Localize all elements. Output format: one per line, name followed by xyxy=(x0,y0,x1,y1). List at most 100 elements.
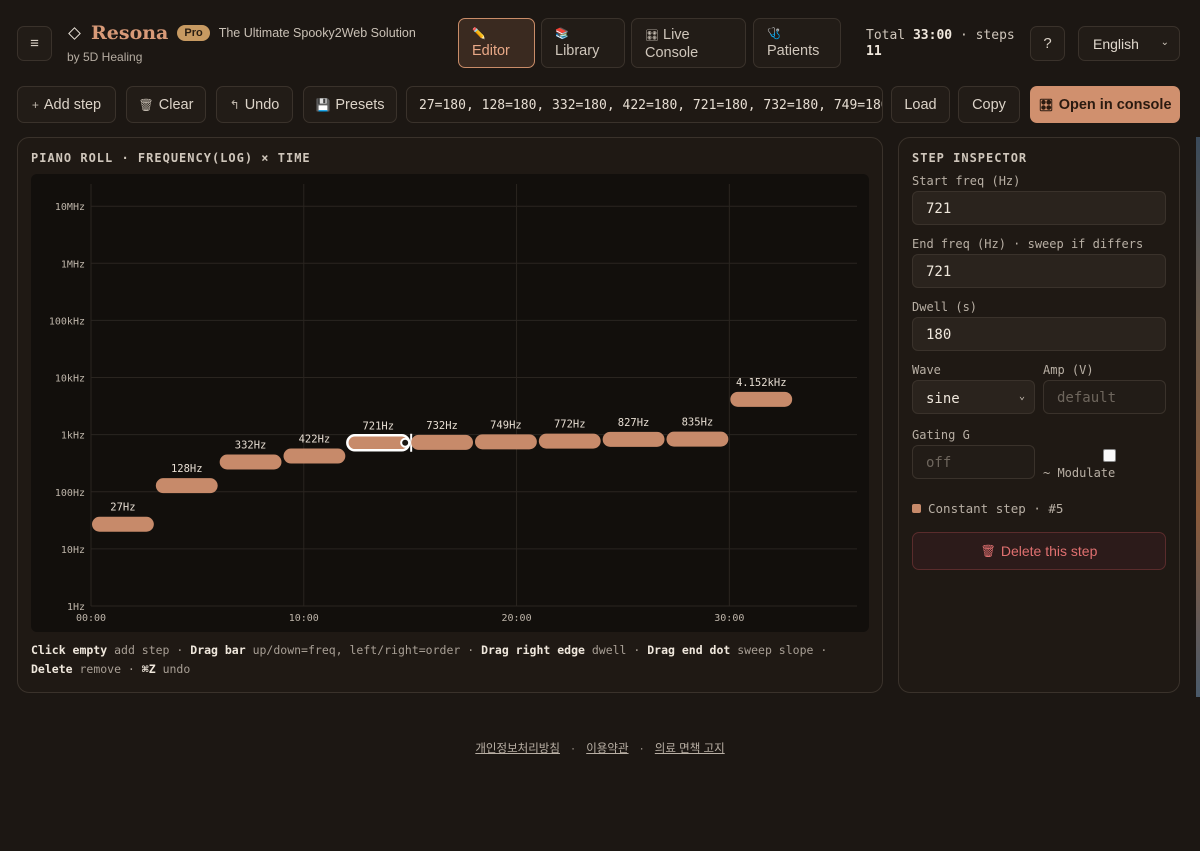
load-button[interactable]: Load xyxy=(891,86,950,123)
tab-library[interactable]: 📚 Library xyxy=(541,18,625,68)
end-freq-input[interactable]: 721 xyxy=(912,254,1166,288)
piano-roll-title: PIANO ROLL · FREQUENCY(LOG) × TIME xyxy=(31,151,311,165)
copy-button[interactable]: Copy xyxy=(958,86,1020,123)
x-tick-label: 20:00 xyxy=(502,613,532,624)
y-tick-label: 100Hz xyxy=(55,488,85,499)
modulate-checkbox[interactable] xyxy=(1103,449,1116,462)
help-button[interactable]: ? xyxy=(1030,26,1065,61)
gating-input[interactable]: off xyxy=(912,445,1035,479)
step-label: 332Hz xyxy=(235,440,267,452)
step-label: 721Hz xyxy=(362,420,394,432)
wave-label: Wave xyxy=(912,363,941,377)
question-icon: ? xyxy=(1043,35,1052,52)
y-tick-label: 10kHz xyxy=(55,374,85,385)
step-label: 4.152kHz xyxy=(736,377,787,389)
stethoscope-icon: 🩺 xyxy=(767,28,781,40)
gating-label: Gating G xyxy=(912,428,970,442)
plus-icon: + xyxy=(31,97,39,112)
amp-label: Amp (V) xyxy=(1043,363,1094,377)
dwell-label: Dwell (s) xyxy=(912,300,978,314)
piano-roll-chart[interactable]: 1Hz 10Hz 100Hz 1kHz 10kHz 100kHz 1MHz 10MHz 00:0… xyxy=(31,174,869,632)
terms-link[interactable]: 이용약관 xyxy=(586,743,628,755)
books-icon: 📚 xyxy=(555,28,569,40)
piano-roll-svg[interactable]: 1Hz 10Hz 100Hz 1kHz 10kHz 100kHz 1MHz 10MHz 00:0… xyxy=(31,174,869,632)
menu-button[interactable]: ≡ xyxy=(17,26,52,61)
step-bar[interactable] xyxy=(346,434,411,452)
trash-icon: 🗑 xyxy=(980,544,996,558)
x-tick-label: 10:00 xyxy=(289,613,319,624)
step-label: 835Hz xyxy=(682,417,714,429)
step-bar[interactable] xyxy=(602,431,665,447)
end-freq-label: End freq (Hz) · sweep if differs xyxy=(912,237,1144,251)
color-swatch-icon xyxy=(912,504,921,513)
dwell-input[interactable]: 180 xyxy=(912,317,1166,351)
y-tick-label: 1kHz xyxy=(61,431,85,442)
control-knobs-icon: 🎛 xyxy=(1038,97,1054,112)
chevron-down-icon: ⌄ xyxy=(1160,37,1169,48)
step-label: 732Hz xyxy=(426,420,458,432)
step-bar[interactable] xyxy=(155,478,218,494)
y-tick-label: 100kHz xyxy=(49,316,85,327)
presets-button[interactable]: 💾 Presets xyxy=(303,86,397,123)
open-in-console-button[interactable]: 🎛 Open in console xyxy=(1030,86,1180,123)
sweep-end-dot[interactable] xyxy=(400,437,411,448)
step-label: 749Hz xyxy=(490,419,522,431)
pro-badge: Pro xyxy=(177,25,210,41)
step-label: 27Hz xyxy=(110,502,135,514)
total-time: 33:00 xyxy=(912,28,953,43)
wave-value: sine xyxy=(926,391,960,407)
background-window-edge xyxy=(1196,137,1200,697)
x-tick-label: 00:00 xyxy=(76,613,106,624)
tagline: The Ultimate Spooky2Web Solution xyxy=(218,26,416,40)
pencil-icon: ✏️ xyxy=(472,28,486,40)
piano-roll-panel: PIANO ROLL · FREQUENCY(LOG) × TIME 1Hz 10… xyxy=(17,137,883,693)
step-bar[interactable] xyxy=(92,516,154,532)
byline: by 5D Healing xyxy=(67,50,143,64)
constant-step-info: Constant step · #5 xyxy=(912,501,1063,516)
step-inspector-panel: STEP INSPECTOR Start freq (Hz) 721 End f… xyxy=(898,137,1180,693)
start-freq-input[interactable]: 721 xyxy=(912,191,1166,225)
y-tick-label: 10MHz xyxy=(55,202,85,213)
trash-icon: 🗑 xyxy=(138,97,154,112)
privacy-policy-link[interactable]: 개인정보처리방침 xyxy=(475,743,560,755)
hamburger-icon: ≡ xyxy=(30,35,39,52)
wave-select[interactable]: sine ⌄ xyxy=(912,380,1035,414)
app-header: ≡ Resona Pro The Ultimate Spooky2Web Sol… xyxy=(0,0,1200,80)
step-bar[interactable] xyxy=(730,391,793,407)
tab-live-console[interactable]: 🎛 Live Console xyxy=(631,18,746,68)
step-bar[interactable] xyxy=(283,448,346,464)
piano-roll-help: Click empty add step · Drag bar up/down=… xyxy=(31,643,828,657)
step-bar[interactable] xyxy=(475,434,537,450)
brand-name: Resona xyxy=(91,22,169,44)
tab-label: Library xyxy=(555,43,600,59)
undo-arrow-icon: ↰ xyxy=(229,97,240,112)
step-bar[interactable] xyxy=(538,433,601,449)
step-string-input[interactable]: 27=180, 128=180, 332=180, 422=180, 721=1… xyxy=(406,86,883,123)
floppy-disk-icon: 💾 xyxy=(315,97,331,112)
amp-input[interactable]: default xyxy=(1043,380,1166,414)
medical-disclaimer-link[interactable]: 의료 면책 고지 xyxy=(655,743,725,755)
step-bar[interactable] xyxy=(666,431,729,447)
tab-patients[interactable]: 🩺 Patients xyxy=(753,18,841,68)
language-select[interactable]: English ⌄ xyxy=(1078,26,1180,61)
tab-editor[interactable]: ✏️ Editor xyxy=(458,18,535,68)
modulate-label: ~ Modulate xyxy=(1043,466,1116,480)
piano-roll-help-2: Delete remove · ⌘Z undo xyxy=(31,662,191,676)
tab-label: Patients xyxy=(767,43,820,59)
step-label: 827Hz xyxy=(618,417,650,429)
step-label: 772Hz xyxy=(554,419,586,431)
undo-button[interactable]: ↰ Undo xyxy=(216,86,293,123)
tab-label: Editor xyxy=(472,43,510,59)
footer: 개인정보처리방침 · 이용약관 · 의료 면책 고지 xyxy=(475,743,725,755)
add-step-button[interactable]: + Add step xyxy=(17,86,116,123)
inspector-title: STEP INSPECTOR xyxy=(912,151,1028,165)
step-bar[interactable] xyxy=(411,434,473,450)
step-label: 128Hz xyxy=(171,463,203,475)
brand: Resona Pro The Ultimate Spooky2Web Solut… xyxy=(68,22,416,44)
step-bar[interactable] xyxy=(219,454,282,470)
clear-button[interactable]: 🗑 Clear xyxy=(126,86,206,123)
language-value: English xyxy=(1093,36,1139,52)
delete-step-button[interactable]: 🗑 Delete this step xyxy=(912,532,1166,570)
y-tick-label: 1MHz xyxy=(61,259,85,270)
control-knobs-icon: 🎛 xyxy=(645,30,659,42)
